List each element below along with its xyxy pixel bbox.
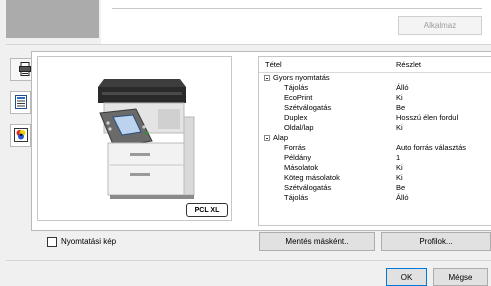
row-label: Másolatok: [284, 163, 319, 172]
row-label: Köteg másolatok: [284, 173, 340, 182]
row-label: Tájolás: [284, 193, 309, 202]
tree-row[interactable]: Köteg másolatok Ki: [259, 173, 491, 183]
pcl-xl-badge: PCL XL: [186, 203, 228, 217]
collapse-icon[interactable]: [264, 75, 270, 81]
tree-row[interactable]: Tájolás Álló: [259, 193, 491, 203]
printer-icon: [19, 61, 31, 78]
tree-header: Tétel Részlet: [259, 57, 491, 73]
col-header-item: Tétel: [265, 60, 282, 69]
tree-row[interactable]: Tájolás Álló: [259, 83, 491, 93]
row-value: Álló: [396, 83, 409, 92]
row-label: Forrás: [284, 143, 306, 152]
print-image-checkbox[interactable]: [47, 237, 57, 247]
row-value: Auto forrás választás: [396, 143, 467, 152]
row-value: Álló: [396, 193, 409, 202]
printer-preview: [37, 56, 232, 221]
top-preview-area: [6, 0, 99, 38]
row-label: Szétválogatás: [284, 103, 332, 112]
tree-row[interactable]: Forrás Auto forrás választás: [259, 143, 491, 153]
save-as-button[interactable]: Mentés másként..: [259, 232, 375, 251]
row-value: Ki: [396, 93, 403, 102]
row-value: Be: [396, 103, 406, 112]
tree-row[interactable]: Másolatok Ki: [259, 163, 491, 173]
print-image-label: Nyomtatási kép: [61, 237, 117, 246]
row-value: Ki: [396, 163, 403, 172]
group-label: Gyors nyomtatás: [273, 73, 330, 82]
row-value: Ki: [396, 123, 403, 132]
cancel-button[interactable]: Mégse: [433, 268, 488, 286]
row-value: Ki: [396, 173, 403, 182]
row-label: Példány: [284, 153, 312, 162]
row-value: Be: [396, 183, 406, 192]
tree-row[interactable]: Szétválogatás Be: [259, 183, 491, 193]
group-label: Alap: [273, 133, 289, 142]
row-label: Duplex: [284, 113, 308, 122]
tree-row[interactable]: Szétválogatás Be: [259, 103, 491, 113]
tree-row[interactable]: EcoPrint Ki: [259, 93, 491, 103]
tab-basic[interactable]: [10, 91, 31, 114]
ok-button[interactable]: OK: [386, 268, 427, 286]
tree-group-quick-print[interactable]: Gyors nyomtatás: [259, 73, 491, 83]
row-value: Hosszú élen fordul: [396, 113, 459, 122]
tree-group-basic[interactable]: Alap: [259, 133, 491, 143]
printer-image: [98, 79, 195, 199]
row-label: Oldal/lap: [284, 123, 314, 132]
divider-top: [6, 44, 491, 45]
settings-tree[interactable]: Tétel Részlet Gyors nyomtatás Tájolás Ál…: [258, 56, 491, 226]
row-value: 1: [396, 153, 401, 162]
document-list-icon: [14, 94, 27, 111]
row-label: Szétválogatás: [284, 183, 332, 192]
col-header-detail: Részlet: [396, 60, 422, 69]
row-label: EcoPrint: [284, 93, 313, 102]
profiles-button[interactable]: Profilok...: [381, 232, 491, 251]
divider-bottom: [6, 260, 491, 261]
tree-row[interactable]: Duplex Hosszú élen fordul: [259, 113, 491, 123]
top-area: Alkalmaz: [0, 0, 491, 44]
tab-color[interactable]: [10, 124, 31, 147]
tree-row[interactable]: Oldal/lap Ki: [259, 123, 491, 133]
row-label: Tájolás: [284, 83, 309, 92]
collapse-icon[interactable]: [264, 135, 270, 141]
tree-row[interactable]: Példány 1: [259, 153, 491, 163]
profile-divider: [112, 8, 482, 9]
apply-button[interactable]: Alkalmaz: [398, 16, 482, 35]
color-icon: [13, 127, 28, 144]
